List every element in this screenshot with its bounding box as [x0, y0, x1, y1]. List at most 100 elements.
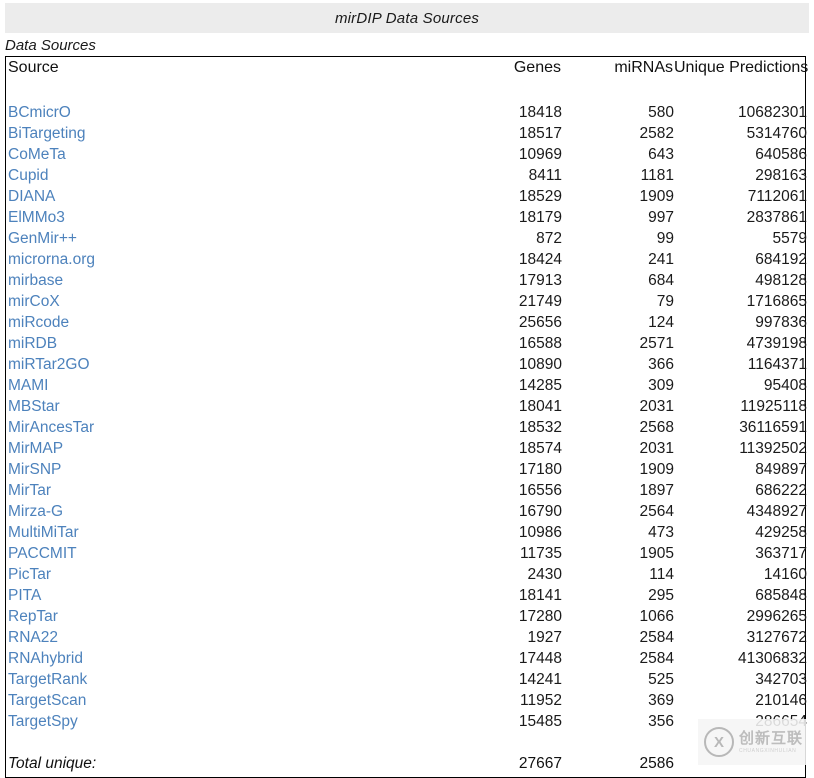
table-header: Source Genes miRNAs Unique Predictions	[6, 57, 808, 102]
cell-mirnas: 2584	[639, 629, 674, 646]
cell-predictions: 684192	[755, 251, 807, 268]
source-link[interactable]: microrna.org	[8, 251, 95, 268]
source-link[interactable]: RNAhybrid	[8, 650, 83, 667]
source-link[interactable]: MirTar	[8, 482, 51, 499]
source-link[interactable]: MirMAP	[8, 440, 63, 457]
cell-source: PicTar	[6, 564, 486, 585]
source-link[interactable]: MAMI	[8, 377, 48, 394]
table-row: mirbase 17913 684 498128	[6, 270, 807, 291]
table-row: GenMir++ 872 99 5579	[6, 228, 807, 249]
cell-predictions: 10682301	[738, 104, 807, 121]
source-link[interactable]: PITA	[8, 587, 41, 604]
source-link[interactable]: PicTar	[8, 566, 51, 583]
cell-source: Mirza-G	[6, 501, 486, 522]
source-link[interactable]: TargetScan	[8, 692, 86, 709]
window-title-bar: mirDIP Data Sources	[5, 3, 809, 33]
header-spacer-row	[6, 81, 807, 102]
cell-mirnas: 525	[648, 671, 674, 688]
source-link[interactable]: Cupid	[8, 167, 49, 184]
column-header-source[interactable]: Source	[6, 57, 486, 81]
cell-genes: 8411	[528, 167, 562, 184]
source-link[interactable]: Mirza-G	[8, 503, 63, 520]
column-header-mirnas[interactable]: miRNAs	[562, 57, 674, 81]
table-row: mirCoX 21749 79 1716865	[6, 291, 807, 312]
cell-predictions: 4739198	[746, 335, 807, 352]
source-link[interactable]: MirSNP	[8, 461, 61, 478]
table-row: TargetRank 14241 525 342703	[6, 669, 807, 690]
cell-predictions: 2837861	[746, 209, 807, 226]
source-link[interactable]: MultiMiTar	[8, 524, 79, 541]
cell-predictions: 498128	[755, 272, 807, 289]
cell-genes: 18532	[518, 419, 562, 436]
cell-source: ElMMo3	[6, 207, 486, 228]
cell-source: miRcode	[6, 312, 486, 333]
column-header-genes[interactable]: Genes	[486, 57, 562, 81]
source-link[interactable]: RNA22	[8, 629, 58, 646]
source-link[interactable]: BiTargeting	[8, 125, 86, 142]
source-link[interactable]: RepTar	[8, 608, 58, 625]
source-link[interactable]: miRTar2GO	[8, 356, 90, 373]
cell-genes: 18179	[518, 209, 562, 226]
cell-source: DIANA	[6, 186, 486, 207]
cell-predictions: 685848	[755, 587, 807, 604]
source-link[interactable]: GenMir++	[8, 230, 77, 247]
table-row: BCmicrO 18418 580 10682301	[6, 102, 807, 123]
cell-predictions: 997836	[755, 314, 807, 331]
cell-genes: 17280	[518, 608, 562, 625]
table-row: Mirza-G 16790 2564 4348927	[6, 501, 807, 522]
cell-mirnas: 997	[648, 209, 674, 226]
cell-predictions: 849897	[755, 461, 807, 478]
table-row: MirMAP 18574 2031 11392502	[6, 438, 807, 459]
source-link[interactable]: miRDB	[8, 335, 57, 352]
cell-mirnas: 309	[648, 377, 674, 394]
table-body: BCmicrO 18418 580 10682301 BiTargeting 18517 2…	[6, 102, 807, 732]
page-title: mirDIP Data Sources	[334, 9, 480, 27]
cell-mirnas: 124	[648, 314, 674, 331]
cell-source: MirAncesTar	[6, 417, 486, 438]
source-link[interactable]: DIANA	[8, 188, 55, 205]
cell-source: TargetSpy	[6, 711, 486, 732]
table-row: TargetScan 11952 369 210146	[6, 690, 807, 711]
cell-genes: 11952	[520, 692, 562, 709]
cell-source: MAMI	[6, 375, 486, 396]
cell-source: RNA22	[6, 627, 486, 648]
cell-mirnas: 580	[648, 104, 674, 121]
cell-source: GenMir++	[6, 228, 486, 249]
cell-genes: 25656	[518, 314, 562, 331]
cell-mirnas: 241	[648, 251, 674, 268]
cell-predictions: 640586	[755, 146, 807, 163]
table-row: PicTar 2430 114 14160	[6, 564, 807, 585]
source-link[interactable]: PACCMIT	[8, 545, 77, 562]
cell-mirnas: 79	[656, 293, 674, 310]
source-link[interactable]: ElMMo3	[8, 209, 65, 226]
table-row: microrna.org 18424 241 684192	[6, 249, 807, 270]
cell-genes: 10890	[518, 356, 562, 373]
table-row: PITA 18141 295 685848	[6, 585, 807, 606]
cell-mirnas: 295	[648, 587, 674, 604]
column-header-predictions[interactable]: Unique Predictions	[674, 57, 808, 81]
cell-predictions: 686222	[755, 482, 807, 499]
table-row: TargetSpy 15485 356 286654	[6, 711, 807, 732]
table-row: MirTar 16556 1897 686222	[6, 480, 807, 501]
source-link[interactable]: MirAncesTar	[8, 419, 94, 436]
source-link[interactable]: mirbase	[8, 272, 63, 289]
source-link[interactable]: BCmicrO	[8, 104, 71, 121]
cell-genes: 16790	[518, 503, 562, 520]
cell-genes: 10969	[518, 146, 562, 163]
source-link[interactable]: CoMeTa	[8, 146, 66, 163]
cell-source: MultiMiTar	[6, 522, 486, 543]
source-link[interactable]: TargetSpy	[8, 713, 78, 730]
cell-source: MirMAP	[6, 438, 486, 459]
source-link[interactable]: MBStar	[8, 398, 60, 415]
cell-predictions: 2996265	[746, 608, 807, 625]
cell-genes: 18574	[518, 440, 562, 457]
cell-genes: 18041	[518, 398, 562, 415]
cell-source: TargetRank	[6, 669, 486, 690]
source-link[interactable]: mirCoX	[8, 293, 60, 310]
source-link[interactable]: miRcode	[8, 314, 69, 331]
table-footer: Total unique: 27667 2586	[6, 732, 807, 777]
cell-predictions: 3127672	[746, 629, 807, 646]
source-link[interactable]: TargetRank	[8, 671, 87, 688]
cell-predictions: 1164371	[747, 356, 807, 373]
cell-genes: 17180	[518, 461, 562, 478]
